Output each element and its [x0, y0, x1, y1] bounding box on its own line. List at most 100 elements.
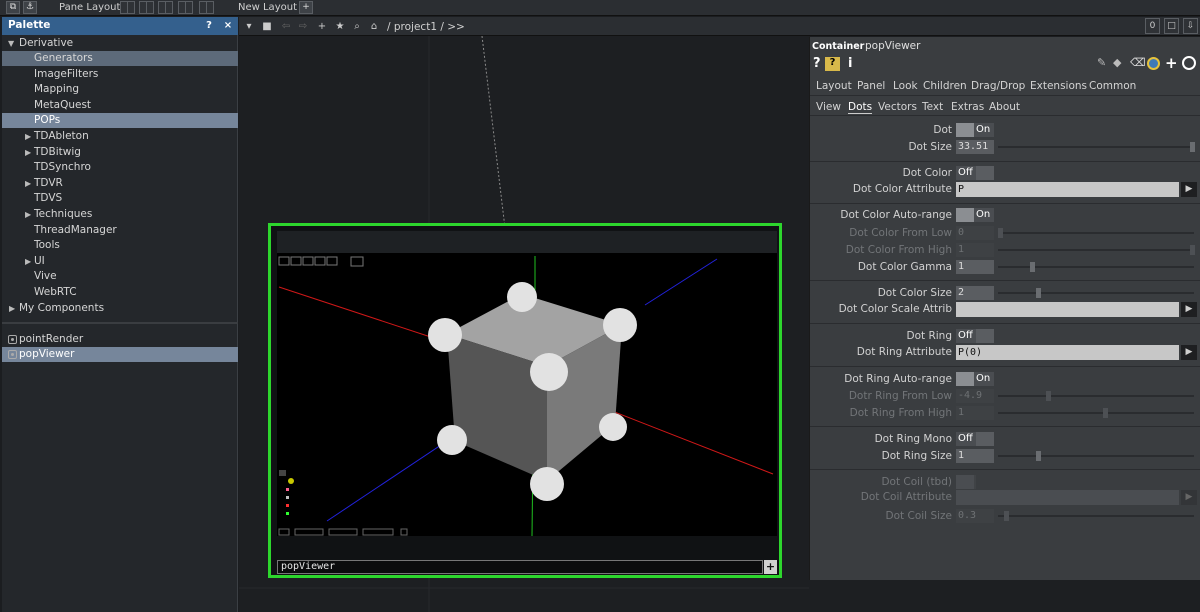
palette-item-vive[interactable]: Vive	[2, 269, 238, 284]
slider-handle-dot-ring-from-high[interactable]	[1103, 408, 1108, 418]
slider-track-dot-ring-from-high[interactable]	[998, 412, 1194, 414]
slider-track-dot-color-gamma[interactable]	[998, 266, 1194, 268]
palette-item-tools[interactable]: Tools	[2, 238, 238, 253]
slider-track-dot-size[interactable]	[998, 146, 1194, 148]
field-dot-ring-attr[interactable]: P(0)	[956, 345, 1179, 360]
toggle-dot-coil[interactable]	[956, 475, 976, 489]
search-network-icon[interactable]: ⌕	[350, 20, 364, 33]
tab-panel[interactable]: Panel	[857, 80, 885, 92]
home-icon[interactable]: ⌂	[367, 20, 381, 33]
slider-handle-dot-color-from-high[interactable]	[1190, 245, 1195, 255]
pane-layout-single-button[interactable]	[120, 1, 135, 14]
field-dot-ring-size[interactable]: 1	[956, 449, 994, 463]
tab-children[interactable]: Children	[923, 80, 967, 92]
palette-close-button[interactable]: ×	[221, 19, 235, 33]
forward-arrow-icon[interactable]: ⇨	[296, 20, 310, 33]
palette-item-tdvs[interactable]: TDVS	[2, 191, 238, 206]
slider-handle-dot-ring-from-low[interactable]	[1046, 391, 1051, 401]
slider-handle-dot-color-gamma[interactable]	[1030, 262, 1035, 272]
back-arrow-icon[interactable]: ⇦	[279, 20, 293, 33]
palette-item-imagefilters[interactable]: ImageFilters	[2, 67, 238, 82]
anchor-icon[interactable]: ⚓	[23, 1, 37, 14]
subtab-about[interactable]: About	[989, 101, 1020, 113]
field-dot-color-from-high[interactable]: 1	[956, 243, 994, 257]
slider-track-dot-ring-size[interactable]	[998, 455, 1194, 457]
popviewer-node[interactable]: popViewer +	[268, 223, 782, 578]
local-item-popviewer[interactable]: popViewer	[2, 347, 238, 362]
viewport-3d[interactable]	[277, 231, 777, 536]
slider-handle-dot-color-size[interactable]	[1036, 288, 1041, 298]
palette-item-webrtc[interactable]: WebRTC	[2, 285, 238, 300]
toggle-dot-color-autorange[interactable]: On	[956, 208, 994, 222]
slider-track-dot-ring-from-low[interactable]	[998, 395, 1194, 397]
tree-root-derivative[interactable]: ▼ Derivative	[2, 36, 238, 51]
add-icon[interactable]: +	[315, 20, 329, 33]
palette-item-ui[interactable]: ▶ UI	[2, 254, 238, 269]
pane-layout-quad-button[interactable]	[199, 1, 214, 14]
palette-item-techniques[interactable]: ▶ Techniques	[2, 207, 238, 222]
network-path[interactable]: / project1 / >>	[387, 21, 465, 33]
toggle-dot-ring-mono[interactable]: Off	[956, 432, 994, 446]
palette-item-metaquest[interactable]: MetaQuest	[2, 98, 238, 113]
menu-arrow-icon[interactable]: ▶	[1181, 490, 1197, 505]
palette-item-pops[interactable]: POPs	[2, 113, 238, 129]
scene-3d[interactable]	[277, 231, 777, 536]
chevron-right-icon[interactable]: ▶	[25, 129, 31, 144]
viewer-add-button[interactable]: +	[764, 560, 777, 574]
palette-item-mapping[interactable]: Mapping	[2, 82, 238, 97]
palette-item-tdableton[interactable]: ▶ TDAbleton	[2, 129, 238, 144]
add-icon[interactable]: +	[1165, 54, 1178, 72]
target-icon[interactable]	[1182, 56, 1196, 70]
local-item-pointrender[interactable]: pointRender	[2, 332, 238, 347]
menu-arrow-icon[interactable]: ▶	[1181, 345, 1197, 360]
slider-track-dot-color-size[interactable]	[998, 292, 1194, 294]
tab-drag-drop[interactable]: Drag/Drop	[971, 80, 1025, 92]
error-count-badge[interactable]: 0	[1145, 18, 1160, 34]
download-icon[interactable]: ⇩	[1183, 18, 1198, 34]
field-dot-size[interactable]: 33.51	[956, 140, 994, 154]
slider-track-dot-coil-size[interactable]	[998, 515, 1194, 517]
pencil-icon[interactable]: ✎	[1097, 56, 1106, 69]
chevron-down-icon[interactable]: ▼	[8, 36, 14, 51]
tree-my-components[interactable]: ▶ My Components	[2, 301, 238, 316]
subtab-extras[interactable]: Extras	[951, 101, 984, 113]
eraser-icon[interactable]: ⌫	[1130, 56, 1146, 69]
palette-help-button[interactable]: ?	[202, 19, 216, 33]
chevron-right-icon[interactable]: ▶	[25, 207, 31, 222]
toggle-dot-ring[interactable]: Off	[956, 329, 994, 343]
maximize-icon[interactable]: □	[1164, 18, 1179, 34]
slider-track-dot-color-from-low[interactable]	[998, 232, 1194, 234]
field-dot-coil-attr[interactable]	[956, 490, 1179, 505]
subtab-dots[interactable]: Dots	[848, 101, 873, 114]
pane-layout-hsplit-button[interactable]	[158, 1, 173, 14]
tab-extensions[interactable]: Extensions	[1030, 80, 1087, 92]
subtab-text[interactable]: Text	[922, 101, 943, 113]
pane-layout-triple-button[interactable]	[178, 1, 193, 14]
python-help-icon[interactable]: ?	[825, 57, 840, 71]
info-icon[interactable]: i	[848, 56, 852, 71]
palette-item-tdbitwig[interactable]: ▶ TDBitwig	[2, 145, 238, 160]
slider-handle-dot-size[interactable]	[1190, 142, 1195, 152]
add-layout-button[interactable]: +	[299, 1, 313, 14]
slider-handle-dot-coil-size[interactable]	[1004, 511, 1009, 521]
star-icon[interactable]: ★	[333, 20, 347, 33]
toggle-dot-ring-autorange[interactable]: On	[956, 372, 994, 386]
toggle-dot[interactable]: On	[956, 123, 994, 137]
help-icon[interactable]: ?	[813, 56, 821, 71]
menu-arrow-icon[interactable]: ▶	[1181, 182, 1197, 197]
field-dot-color-scale-attr[interactable]	[956, 302, 1179, 317]
menu-dropdown-icon[interactable]: ▾	[242, 20, 256, 33]
tab-look[interactable]: Look	[893, 80, 918, 92]
field-dot-color-attr[interactable]: P	[956, 182, 1179, 197]
tab-common[interactable]: Common	[1089, 80, 1136, 92]
palette-item-tdsynchro[interactable]: TDSynchro	[2, 160, 238, 175]
palette-item-threadmanager[interactable]: ThreadManager	[2, 223, 238, 238]
subtab-view[interactable]: View	[816, 101, 841, 113]
palette-item-tdvr[interactable]: ▶ TDVR	[2, 176, 238, 191]
op-name-label[interactable]: popViewer	[865, 40, 920, 52]
stop-icon[interactable]: ■	[260, 20, 274, 33]
pane-icon[interactable]: ⧉	[6, 1, 20, 14]
chevron-right-icon[interactable]: ▶	[25, 176, 31, 191]
field-dot-color-size[interactable]: 2	[956, 286, 994, 300]
field-dot-coil-size[interactable]: 0.3	[956, 509, 994, 523]
